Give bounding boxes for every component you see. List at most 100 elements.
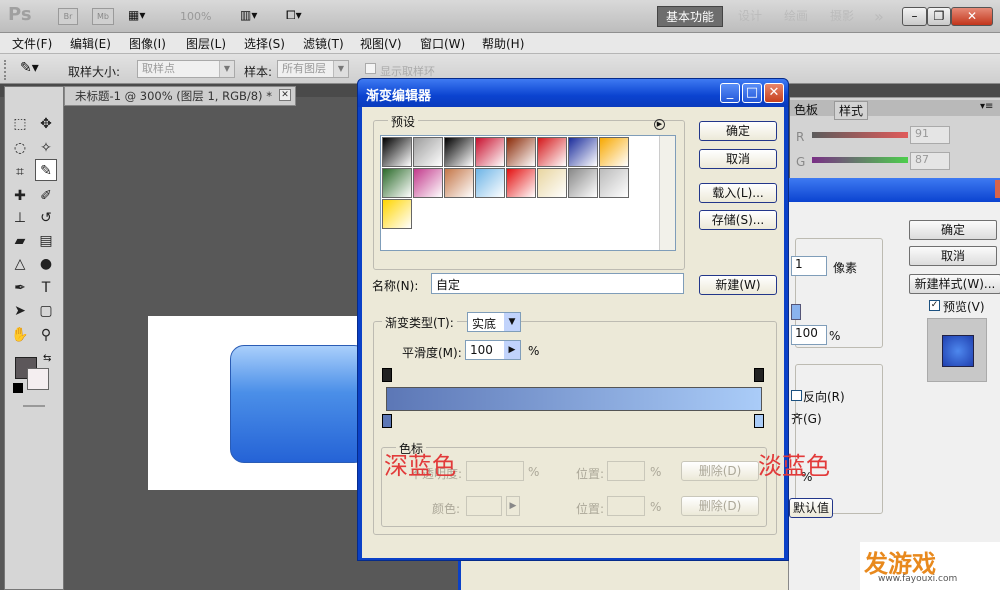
arrange-documents-button[interactable]: ▥▾ <box>240 8 272 22</box>
marquee-tool-icon[interactable]: ⬚ <box>9 113 31 135</box>
eyedropper-tool-icon[interactable]: ✎ <box>35 159 57 181</box>
brush-tool-icon[interactable]: ✐ <box>35 185 57 207</box>
menu-filter[interactable]: 滤镜(T) <box>303 35 344 52</box>
lasso-tool-icon[interactable]: ◌ <box>9 137 31 159</box>
preset-swatch[interactable] <box>568 168 598 198</box>
mini-bridge-button[interactable]: Mb <box>92 8 114 25</box>
hand-tool-icon[interactable]: ✋ <box>9 324 31 346</box>
chevron-right-icon[interactable]: ▶ <box>504 341 520 359</box>
background-color-swatch[interactable] <box>27 368 49 390</box>
restore-icon[interactable]: ❐ <box>927 7 951 26</box>
opacity-stop-right[interactable] <box>754 368 764 382</box>
color-stop-right[interactable] <box>754 414 764 428</box>
size-input[interactable]: 1 <box>791 256 827 276</box>
stop-color-swatch[interactable] <box>466 496 502 516</box>
menu-view[interactable]: 视图(V) <box>360 35 402 52</box>
screen-mode-button[interactable]: ⧠▾ <box>286 8 318 23</box>
bridge-button[interactable]: Br <box>58 8 78 25</box>
menu-image[interactable]: 图像(I) <box>129 35 166 52</box>
preset-swatch[interactable] <box>599 137 629 167</box>
preset-swatch[interactable] <box>475 168 505 198</box>
name-input[interactable]: 自定 <box>431 273 684 294</box>
preset-swatch[interactable] <box>506 137 536 167</box>
smoothness-input[interactable]: 100 ▶ <box>465 340 521 360</box>
workspace-photography[interactable]: 摄影 <box>822 6 862 27</box>
quick-select-tool-icon[interactable]: ✧ <box>35 137 57 159</box>
preset-swatch[interactable] <box>382 168 412 198</box>
preview-checkbox[interactable]: ✓ <box>929 300 940 311</box>
workspace-design[interactable]: 设计 <box>730 6 770 27</box>
preset-swatch[interactable] <box>444 168 474 198</box>
presets-scrollbar[interactable] <box>659 136 675 250</box>
cancel-button[interactable]: 取消 <box>699 149 777 169</box>
close-dialog-icon[interactable] <box>995 180 1000 198</box>
menu-edit[interactable]: 编辑(E) <box>70 35 111 52</box>
tab-swatches[interactable]: 色板 <box>794 101 818 118</box>
gradient-tool-icon[interactable]: ▤ <box>35 230 57 252</box>
eyedropper-preset-icon[interactable]: ✎▾ <box>20 60 54 80</box>
close-app-icon[interactable]: ✕ <box>951 7 993 26</box>
presets-menu-icon[interactable]: ▶ <box>654 119 665 130</box>
close-icon[interactable]: ✕ <box>764 83 784 103</box>
preset-swatch[interactable] <box>444 137 474 167</box>
dropdown-arrow-icon[interactable] <box>791 304 801 320</box>
workspace-painting[interactable]: 绘画 <box>776 6 816 27</box>
style-ok-button[interactable]: 确定 <box>909 220 997 240</box>
tab-styles[interactable]: 样式 <box>834 101 869 120</box>
swap-colors-icon[interactable]: ⇆ <box>43 353 51 364</box>
save-button[interactable]: 存储(S)... <box>699 210 777 230</box>
zoom-level[interactable]: 100% <box>180 10 211 23</box>
workspace-essentials[interactable]: 基本功能 <box>657 6 724 27</box>
ok-button[interactable]: 确定 <box>699 121 777 141</box>
menu-window[interactable]: 窗口(W) <box>420 35 465 52</box>
minimize-icon[interactable]: _ <box>720 83 740 103</box>
show-ring-checkbox[interactable] <box>365 63 376 74</box>
menu-layer[interactable]: 图层(L) <box>186 35 226 52</box>
default-button[interactable]: 默认值 <box>789 498 833 518</box>
red-slider[interactable] <box>812 132 908 138</box>
preset-swatch[interactable] <box>413 137 443 167</box>
preset-swatch[interactable] <box>382 199 412 229</box>
delete-opacity-button[interactable]: 删除(D) <box>681 461 759 481</box>
options-grip[interactable] <box>4 60 10 80</box>
maximize-icon[interactable]: □ <box>742 83 762 103</box>
panel-menu-icon[interactable]: ▾≡ <box>980 101 993 112</box>
delete-color-button[interactable]: 删除(D) <box>681 496 759 516</box>
green-value[interactable]: 87 <box>910 152 950 170</box>
percent-input[interactable]: 100 <box>791 325 827 345</box>
clone-stamp-tool-icon[interactable]: ⊥ <box>9 207 31 229</box>
style-cancel-button[interactable]: 取消 <box>909 246 997 266</box>
menu-help[interactable]: 帮助(H) <box>482 35 524 52</box>
sample-select[interactable]: 所有图层 ▼ <box>277 60 349 78</box>
zoom-tool-icon[interactable]: ⚲ <box>35 324 57 346</box>
minimize-icon[interactable]: – <box>902 7 927 26</box>
load-button[interactable]: 载入(L)... <box>699 183 777 203</box>
path-select-tool-icon[interactable]: ➤ <box>9 300 31 322</box>
quick-mask-icon[interactable] <box>23 405 45 407</box>
type-tool-icon[interactable]: T <box>35 277 57 299</box>
red-value[interactable]: 91 <box>910 126 950 144</box>
more-workspaces-icon[interactable]: » <box>866 6 892 27</box>
pen-tool-icon[interactable]: ✒ <box>9 277 31 299</box>
opacity-input[interactable] <box>466 461 524 481</box>
reverse-checkbox[interactable] <box>791 390 802 401</box>
crop-tool-icon[interactable]: ⌗ <box>9 161 31 183</box>
preset-swatch[interactable] <box>568 137 598 167</box>
color-menu-icon[interactable]: ▶ <box>506 496 520 516</box>
preset-swatch[interactable] <box>599 168 629 198</box>
new-gradient-button[interactable]: 新建(W) <box>699 275 777 295</box>
close-tab-icon[interactable]: ✕ <box>279 89 291 101</box>
menu-select[interactable]: 选择(S) <box>244 35 285 52</box>
sample-size-select[interactable]: 取样点 ▼ <box>137 60 235 78</box>
preset-swatch[interactable] <box>537 168 567 198</box>
new-style-button[interactable]: 新建样式(W)... <box>909 274 1000 294</box>
preset-swatch[interactable] <box>475 137 505 167</box>
healing-brush-tool-icon[interactable]: ✚ <box>9 185 31 207</box>
eraser-tool-icon[interactable]: ▰ <box>9 230 31 252</box>
preset-swatch[interactable] <box>506 168 536 198</box>
default-colors-icon[interactable] <box>13 383 23 393</box>
opacity-stop-left[interactable] <box>382 368 392 382</box>
color-stop-left[interactable] <box>382 414 392 428</box>
history-brush-tool-icon[interactable]: ↺ <box>35 207 57 229</box>
opacity-location-input[interactable] <box>607 461 645 481</box>
